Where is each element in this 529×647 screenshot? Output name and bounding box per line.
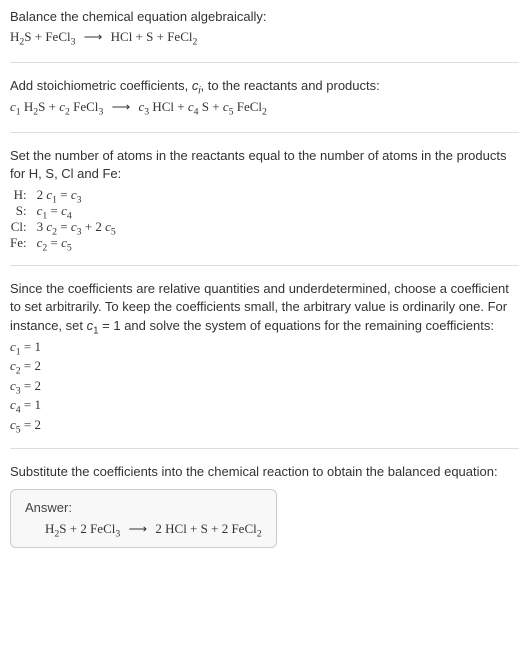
coefficient-value: c2 = 2: [10, 356, 519, 376]
atom-equation-table: H: 2 c1 = c3 S: c1 = c4 Cl: 3 c2 = c3 + …: [10, 187, 116, 251]
atom-row: Fe: c2 = c5: [10, 235, 116, 251]
balanced-equation: H2S + 2 FeCl3 ⟶ 2 HCl + S + 2 FeCl2: [25, 521, 262, 537]
section-atom-equations: Set the number of atoms in the reactants…: [10, 147, 519, 266]
instruction-text: Substitute the coefficients into the che…: [10, 463, 519, 481]
atom-label: Fe:: [10, 235, 37, 251]
section-solve-coefficients: Since the coefficients are relative quan…: [10, 280, 519, 449]
atom-label: Cl:: [10, 219, 37, 235]
instruction-text: Add stoichiometric coefficients, ci, to …: [10, 77, 519, 95]
section-answer: Substitute the coefficients into the che…: [10, 463, 519, 562]
instruction-text: Since the coefficients are relative quan…: [10, 280, 519, 335]
atom-equation: 2 c1 = c3: [37, 187, 116, 203]
answer-box: Answer: H2S + 2 FeCl3 ⟶ 2 HCl + S + 2 Fe…: [10, 489, 277, 548]
coefficient-value: c3 = 2: [10, 376, 519, 396]
instruction-text: Balance the chemical equation algebraica…: [10, 8, 519, 26]
section-balance-instruction: Balance the chemical equation algebraica…: [10, 8, 519, 63]
coefficient-value: c1 = 1: [10, 337, 519, 357]
instruction-text: Set the number of atoms in the reactants…: [10, 147, 519, 183]
atom-label: S:: [10, 203, 37, 219]
coefficient-equation: c1 H2S + c2 FeCl3 ⟶ c3 HCl + c4 S + c5 F…: [10, 98, 519, 116]
atom-row: Cl: 3 c2 = c3 + 2 c5: [10, 219, 116, 235]
atom-label: H:: [10, 187, 37, 203]
atom-row: H: 2 c1 = c3: [10, 187, 116, 203]
coefficient-value: c5 = 2: [10, 415, 519, 435]
atom-row: S: c1 = c4: [10, 203, 116, 219]
answer-label: Answer:: [25, 500, 262, 515]
section-stoichiometric: Add stoichiometric coefficients, ci, to …: [10, 77, 519, 132]
atom-equation: 3 c2 = c3 + 2 c5: [37, 219, 116, 235]
unbalanced-equation: H2S + FeCl3 ⟶ HCl + S + FeCl2: [10, 28, 519, 46]
coefficient-list: c1 = 1 c2 = 2 c3 = 2 c4 = 1 c5 = 2: [10, 337, 519, 435]
coefficient-value: c4 = 1: [10, 395, 519, 415]
